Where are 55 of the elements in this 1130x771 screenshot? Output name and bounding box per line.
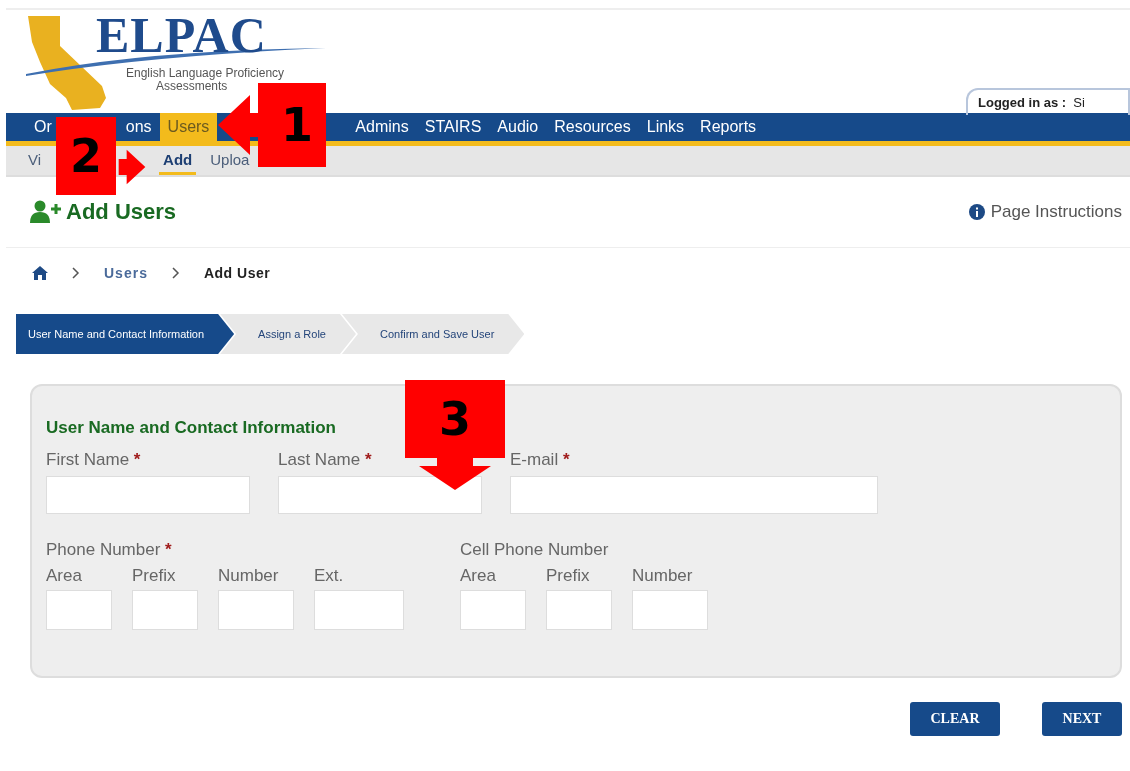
field-label: Prefix <box>132 566 177 586</box>
subnav-tab[interactable]: Uploa <box>206 146 254 175</box>
callout-number: 2 <box>56 117 116 195</box>
page-title: Add Users <box>66 199 177 225</box>
chevron-icon <box>72 267 80 279</box>
field-label: Area <box>46 566 83 586</box>
input-field[interactable] <box>46 590 112 630</box>
nav-tab[interactable]: Reports <box>692 113 765 141</box>
subnav-tab[interactable]: Vi <box>24 146 46 175</box>
logo-tagline: English Language Proficiency <box>126 66 285 80</box>
field-label: Area <box>460 566 497 586</box>
logo-title: ELPAC <box>96 6 267 64</box>
nav-tab[interactable]: Audio <box>489 113 547 141</box>
nav-tab[interactable]: Resources <box>546 113 639 141</box>
input-field[interactable] <box>218 590 294 630</box>
next-button[interactable]: NEXT <box>1042 702 1122 736</box>
callout-number: 1 <box>258 83 326 167</box>
field-label: Prefix <box>546 566 591 586</box>
field-label: Number <box>218 566 280 586</box>
input-field[interactable] <box>546 590 612 630</box>
nav-tab[interactable]: Admins <box>347 113 417 141</box>
input-field[interactable] <box>460 590 526 630</box>
chevron-icon <box>171 267 180 279</box>
input-field[interactable] <box>132 590 198 630</box>
wizard-step: User Name and Contact Information <box>16 314 235 354</box>
nav-tab[interactable]: STAIRS <box>416 113 490 141</box>
nav-tab[interactable]: Links <box>638 113 693 141</box>
clear-button[interactable]: CLEAR <box>910 702 1000 736</box>
input-field[interactable] <box>278 476 482 514</box>
add-user-icon <box>30 200 62 224</box>
nav-tab[interactable]: Users <box>159 113 218 141</box>
field-label: Number <box>632 566 694 586</box>
wizard-step: Confirm and Save User <box>341 314 525 354</box>
subnav-tab[interactable]: Add <box>159 146 197 175</box>
nav-tab[interactable]: ons <box>117 113 160 141</box>
breadcrumb-item: Add User <box>203 265 271 281</box>
field-label: Ext. <box>314 566 345 586</box>
home-icon[interactable] <box>32 266 48 280</box>
input-field[interactable] <box>632 590 708 630</box>
input-field[interactable] <box>510 476 878 514</box>
field-label: Cell Phone Number <box>460 540 609 559</box>
field-label: Last Name * <box>278 450 373 470</box>
breadcrumb-item[interactable]: Users <box>104 265 148 281</box>
field-label: Phone Number * <box>46 540 172 559</box>
arrow-left-icon <box>218 95 258 155</box>
field-label: First Name * <box>46 450 142 470</box>
arrow-right-icon <box>116 147 148 187</box>
input-field[interactable] <box>46 476 250 514</box>
field-label: E-mail * <box>510 450 571 470</box>
input-field[interactable] <box>314 590 404 630</box>
nav-tab[interactable]: Or <box>30 113 54 141</box>
callout-number: 3 <box>405 380 505 458</box>
logo-tagline: Assessments <box>156 79 228 93</box>
info-icon <box>968 204 985 220</box>
page-instructions-link[interactable]: Page Instructions <box>990 202 1122 222</box>
